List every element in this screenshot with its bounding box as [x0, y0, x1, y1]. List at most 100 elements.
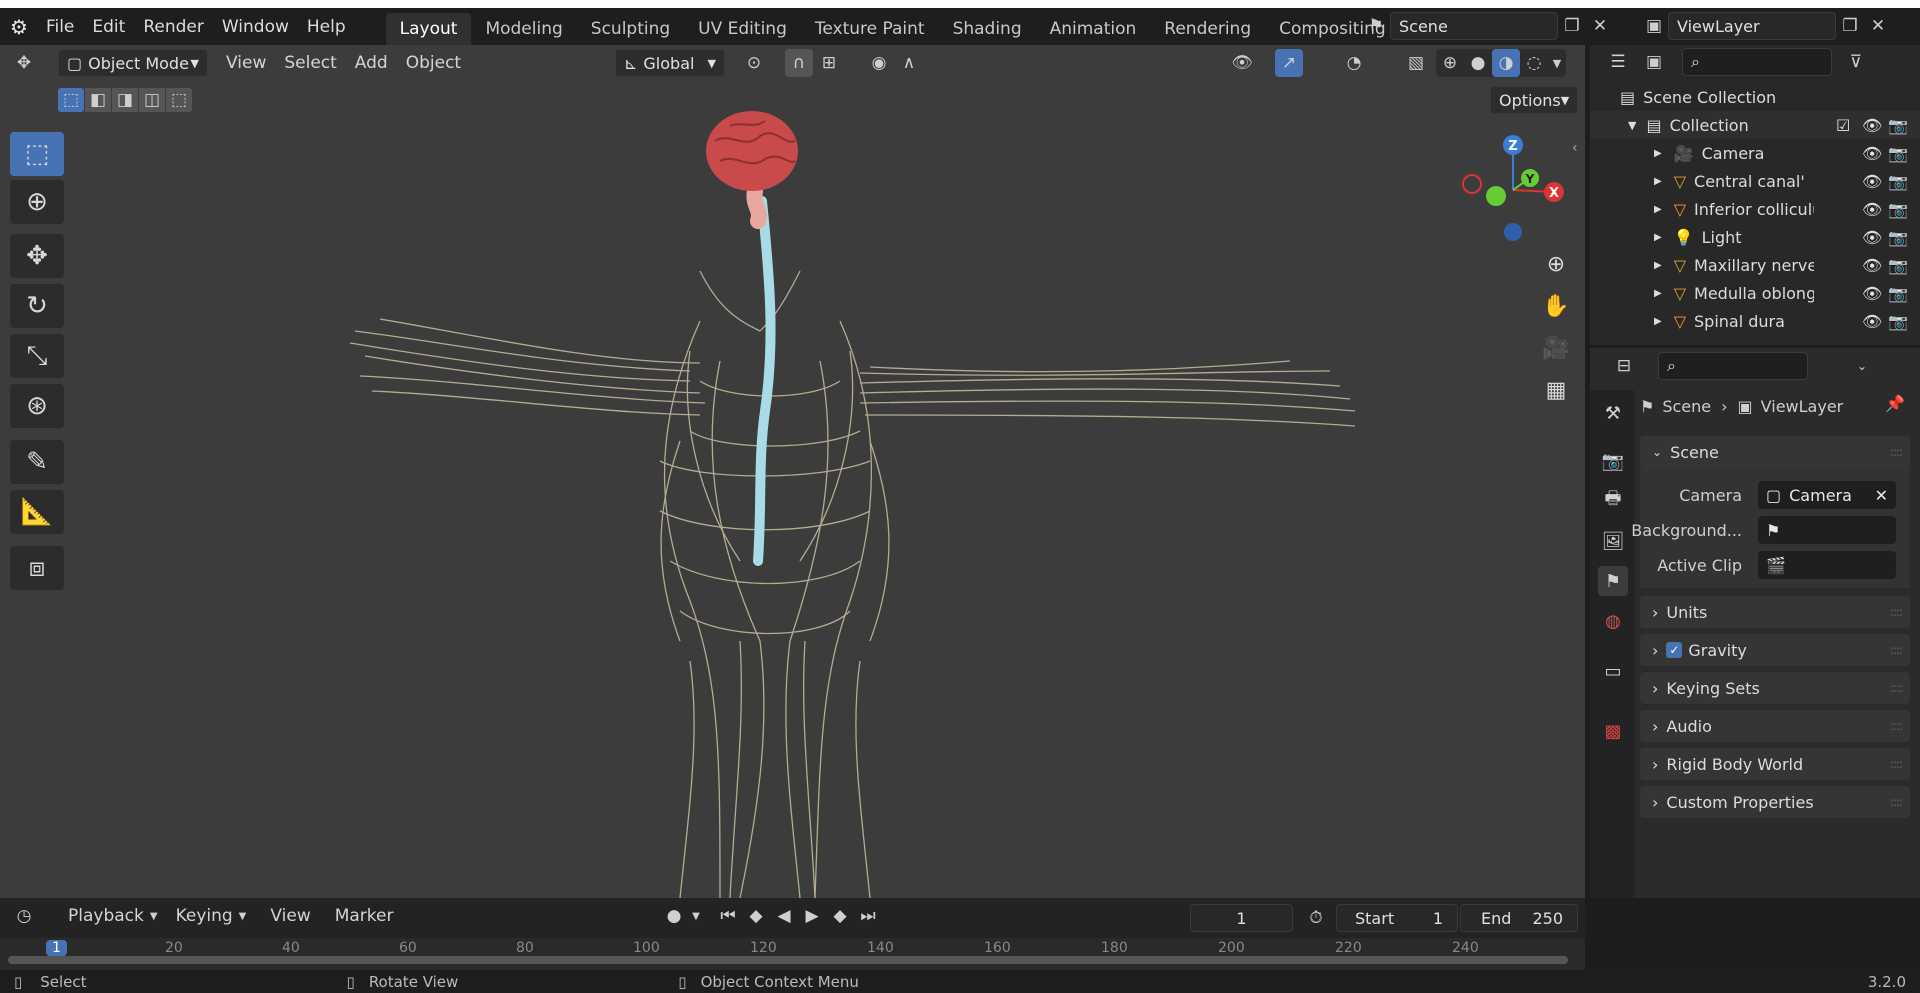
menu-view[interactable]: View	[226, 53, 266, 73]
pivot-icon[interactable]: ⊙	[740, 49, 768, 77]
drag-grip-icon[interactable]: ::::	[1890, 719, 1903, 733]
start-frame-field[interactable]: Start 1	[1336, 904, 1458, 932]
menu-timeline-view[interactable]: View	[270, 906, 310, 926]
menu-marker[interactable]: Marker	[335, 906, 394, 926]
snap-icon[interactable]: ∩	[785, 49, 813, 77]
scene-field[interactable]: Scene	[1390, 12, 1558, 40]
expand-arrow-icon[interactable]: ▶	[1654, 260, 1662, 271]
drag-grip-icon[interactable]: ::::	[1890, 757, 1903, 771]
menu-help[interactable]: Help	[307, 17, 346, 37]
eye-icon[interactable]: 👁	[1862, 256, 1882, 275]
timeline-scrollbar[interactable]	[8, 956, 1568, 964]
nervous-system-model[interactable]	[0, 81, 1585, 898]
render-camera-icon[interactable]: 📷	[1888, 116, 1908, 135]
tab-layout[interactable]: Layout	[385, 13, 472, 45]
copy-scene-icon[interactable]: ❐	[1558, 12, 1586, 40]
playhead-frame[interactable]: 1	[46, 940, 67, 956]
outliner-item[interactable]: ▶ ▽ Medulla oblongat 👁 📷	[1590, 279, 1920, 307]
overlay-icon[interactable]: ◔	[1340, 49, 1368, 77]
panel-gravity[interactable]: › ✓ Gravity::::	[1640, 634, 1910, 666]
menu-object[interactable]: Object	[406, 53, 461, 73]
outliner-item[interactable]: ▶ ▽ Central canal' 👁 📷	[1590, 167, 1920, 195]
panel-units[interactable]: › Units::::	[1640, 596, 1910, 628]
menu-add[interactable]: Add	[355, 53, 388, 73]
display-mode-icon[interactable]: ▣	[1640, 48, 1668, 76]
scene-icon[interactable]: ⚑	[1362, 12, 1390, 40]
visibility-icon[interactable]: 👁	[1228, 49, 1256, 77]
tool-tab-icon[interactable]: ⚒	[1598, 398, 1628, 428]
panel-custom-properties[interactable]: › Custom Properties::::	[1640, 786, 1910, 818]
render-tab-icon[interactable]: 📷	[1598, 446, 1628, 476]
transform-orientation[interactable]: ⊾ Global ▼	[615, 49, 725, 77]
outliner-collection[interactable]: ▼ ▤ Collection ☑ 👁 📷	[1590, 111, 1920, 139]
pin-icon[interactable]: 📌	[1885, 394, 1905, 413]
outliner-item[interactable]: ▶ ▽ Spinal dura 👁 📷	[1590, 307, 1920, 335]
play-icon[interactable]: ▶	[798, 902, 826, 930]
tab-sculpting[interactable]: Sculpting	[577, 13, 684, 45]
close-viewlayer-icon[interactable]: ✕	[1864, 12, 1892, 40]
timeline-editor-icon[interactable]: ◷	[10, 902, 38, 930]
gravity-checkbox-icon[interactable]: ✓	[1666, 642, 1683, 658]
close-icon[interactable]: ✕	[1875, 486, 1888, 505]
expand-arrow-icon[interactable]: ▶	[1654, 288, 1662, 299]
chevron-down-icon[interactable]: ▼	[1548, 49, 1566, 77]
chevron-down-icon[interactable]: ⌄	[1848, 352, 1876, 380]
wireframe-shading-icon[interactable]: ⊕	[1436, 49, 1464, 77]
tab-texture-paint[interactable]: Texture Paint	[801, 13, 939, 45]
blender-logo-icon[interactable]: ⚙	[10, 15, 28, 39]
texture-tab-icon[interactable]: ▩	[1598, 716, 1628, 746]
play-reverse-icon[interactable]: ◀	[770, 902, 798, 930]
copy-viewlayer-icon[interactable]: ❐	[1836, 12, 1864, 40]
menu-render[interactable]: Render	[143, 17, 204, 37]
eye-icon[interactable]: 👁	[1862, 172, 1882, 191]
expand-arrow-icon[interactable]: ▶	[1654, 316, 1662, 327]
render-camera-icon[interactable]: 📷	[1888, 172, 1908, 191]
proportional-edit-icon[interactable]: ◉	[865, 49, 893, 77]
scene-panel-header[interactable]: ⌄ Scene ::::	[1640, 436, 1910, 468]
eye-icon[interactable]: 👁	[1862, 144, 1882, 163]
end-frame-field[interactable]: End 250	[1460, 904, 1578, 932]
menu-select[interactable]: Select	[284, 53, 336, 73]
next-keyframe-icon[interactable]: ◆	[826, 902, 854, 930]
expand-arrow-icon[interactable]: ▼	[1628, 119, 1636, 132]
render-camera-icon[interactable]: 📷	[1888, 284, 1908, 303]
menu-playback[interactable]: Playback	[68, 906, 144, 926]
jump-start-icon[interactable]: ⏮	[714, 902, 742, 930]
render-camera-icon[interactable]: 📷	[1888, 200, 1908, 219]
ortho-toggle-button[interactable]: ▦	[1538, 372, 1574, 408]
render-camera-icon[interactable]: 📷	[1888, 312, 1908, 331]
record-icon[interactable]: ●	[660, 902, 688, 930]
zoom-button[interactable]: ⊕	[1538, 246, 1574, 282]
drag-grip-icon[interactable]: ::::	[1890, 643, 1903, 657]
eye-icon[interactable]: 👁	[1862, 200, 1882, 219]
eye-icon[interactable]: 👁	[1862, 312, 1882, 331]
tab-rendering[interactable]: Rendering	[1150, 13, 1265, 45]
render-camera-icon[interactable]: 📷	[1888, 144, 1908, 163]
collection-tab-icon[interactable]: ▭	[1598, 656, 1628, 686]
world-tab-icon[interactable]: ◍	[1598, 606, 1628, 636]
jump-end-icon[interactable]: ⏭	[854, 902, 882, 930]
editor-type-icon[interactable]: ✥	[10, 49, 38, 77]
viewlayer-icon[interactable]: ▣	[1640, 12, 1668, 40]
outliner-item[interactable]: ▶ ▽ Inferior colliculus 👁 📷	[1590, 195, 1920, 223]
properties-search-input[interactable]: ⌕	[1658, 352, 1808, 380]
menu-keying[interactable]: Keying	[176, 906, 233, 926]
panel-keying-sets[interactable]: › Keying Sets::::	[1640, 672, 1910, 704]
solid-shading-icon[interactable]: ●	[1464, 49, 1492, 77]
tab-modeling[interactable]: Modeling	[471, 13, 576, 45]
filter-icon[interactable]: ⊽	[1842, 48, 1870, 76]
checkbox-icon[interactable]: ☑	[1836, 116, 1850, 135]
current-frame-field[interactable]: 1	[1190, 904, 1293, 932]
falloff-icon[interactable]: ∧	[895, 49, 923, 77]
background-field[interactable]: ⚑	[1758, 516, 1896, 544]
outliner-scene-collection[interactable]: ▤ Scene Collection	[1590, 83, 1920, 111]
prev-keyframe-icon[interactable]: ◆	[742, 902, 770, 930]
menu-window[interactable]: Window	[222, 17, 289, 37]
expand-arrow-icon[interactable]: ▶	[1654, 176, 1662, 187]
properties-editor-icon[interactable]: ⊟	[1610, 352, 1638, 380]
menu-edit[interactable]: Edit	[92, 17, 125, 37]
render-camera-icon[interactable]: 📷	[1888, 228, 1908, 247]
tab-uv-editing[interactable]: UV Editing	[684, 13, 801, 45]
render-camera-icon[interactable]: 📷	[1888, 256, 1908, 275]
pan-button[interactable]: ✋	[1538, 288, 1574, 324]
